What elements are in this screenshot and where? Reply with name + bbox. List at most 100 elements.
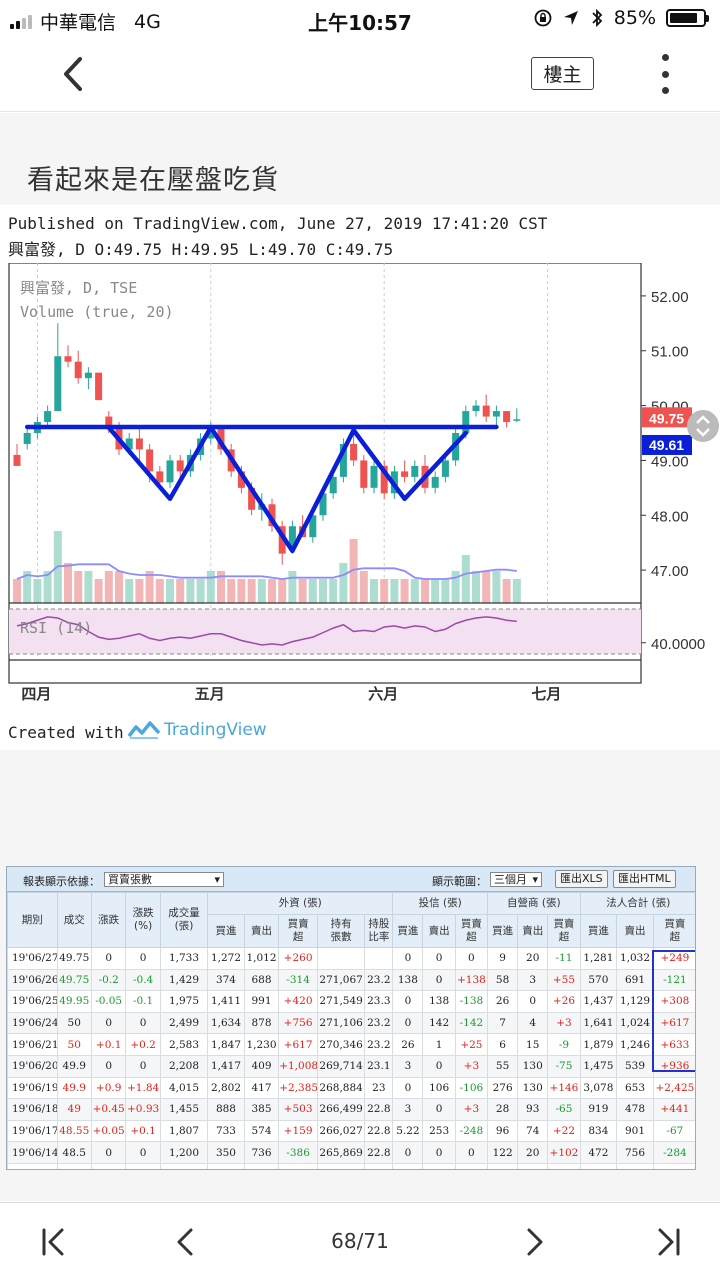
candle-body xyxy=(84,372,92,379)
volume-bar xyxy=(74,571,83,603)
candle-body xyxy=(23,433,31,444)
table-cell: 1,455 xyxy=(159,1098,209,1121)
header-change: 漲跌 xyxy=(90,892,127,948)
table-cell: 19'06/26 xyxy=(7,968,58,992)
rotation-lock-icon xyxy=(534,9,552,27)
table-cell: 2,208 xyxy=(159,1054,209,1078)
range-select[interactable]: 三個月 ▾ xyxy=(490,872,542,887)
table-cell: +0.93 xyxy=(125,1098,161,1121)
table-cell: +26 xyxy=(547,990,581,1013)
volume-bar xyxy=(308,579,317,603)
table-cell: 3 xyxy=(392,1054,424,1078)
last-price-label: 49.75 xyxy=(649,410,684,426)
table-cell: 478 xyxy=(616,1098,654,1121)
candle-body xyxy=(135,438,143,450)
x-tick-label: 五月 xyxy=(195,686,225,703)
volume-bar xyxy=(502,579,511,603)
tradingview-brand: TradingView xyxy=(164,720,267,740)
table-cell: 265,869 xyxy=(316,1141,366,1164)
table-cell: +3 xyxy=(547,1011,581,1035)
nav-bar: 樓主 xyxy=(0,38,720,112)
x-tick-label: 四月 xyxy=(21,686,51,703)
table-cell: 130 xyxy=(517,1076,549,1100)
institutional-trading-table-image[interactable]: 報表顯示依據： 買賣張數 ▾ 顯示範圍： 三個月 ▾ 匯出XLS 匯出HTML 期別… xyxy=(6,866,696,1170)
table-cell: -75 xyxy=(547,1054,581,1078)
volume-bar xyxy=(329,579,338,603)
table-cell: +260 xyxy=(278,947,318,970)
table-cell: 9 xyxy=(487,947,519,970)
volume-bar xyxy=(155,579,164,603)
back-button[interactable] xyxy=(52,52,96,96)
table-cell: 2,802 xyxy=(207,1076,245,1100)
table-cell: 901 xyxy=(616,1119,654,1143)
table-cell: 138 xyxy=(422,990,456,1013)
more-options-button[interactable] xyxy=(652,54,678,94)
table-cell: 1,417 xyxy=(207,1054,245,1078)
candle-body xyxy=(401,471,409,477)
table-cell: 23.2 xyxy=(364,1033,394,1056)
table-cell: +146 xyxy=(547,1076,581,1100)
table-cell: 96 xyxy=(487,1119,519,1143)
table-cell: 19'06/19 xyxy=(7,1076,58,1100)
table-cell: 1,847 xyxy=(207,1033,245,1056)
chart-ohlc-line: 興富發, D O:49.75 H:49.95 L:49.70 C:49.75 xyxy=(8,240,394,259)
next-page-button[interactable] xyxy=(518,1225,550,1259)
table-cell: +159 xyxy=(278,1119,318,1143)
y-tick-label: 47.00 xyxy=(651,563,689,580)
table-cell: 20 xyxy=(517,1141,549,1164)
table-cell: +0.9 xyxy=(90,1076,127,1100)
volume-bar xyxy=(166,579,174,603)
table-cell: 74 xyxy=(517,1119,549,1143)
volume-bar xyxy=(339,563,348,603)
table-row: 19'06/14 48.5 0 0 1,200 350 736 -386 265,869 22.8… xyxy=(7,1141,695,1164)
table-cell: 574 xyxy=(243,1119,280,1143)
table-cell: 736 xyxy=(243,1141,280,1164)
table-cell: 0 xyxy=(422,1141,456,1164)
table-row: 19'06/25 49.95 -0.05 -0.1 1,975 1,411 991 +420 2… xyxy=(7,990,695,1013)
volume-bar xyxy=(115,571,123,603)
table-cell: -0.51 xyxy=(125,1162,161,1169)
volume-bar xyxy=(227,579,236,603)
report-basis-select[interactable]: 買賣張數 ▾ xyxy=(104,872,224,887)
table-row: 19'06/27 49.75 0 0 1,733 1,272 1,012 +260 0 0 0 9 20… xyxy=(7,947,695,970)
header-total: 法人合計 (張) xyxy=(579,892,695,915)
table-cell: +1,008 xyxy=(278,1054,318,1078)
battery-percent: 85% xyxy=(613,7,656,29)
table-cell: -386 xyxy=(278,1141,318,1164)
y-tick-label: 52.00 xyxy=(651,289,689,306)
table-cell: 417 xyxy=(243,1076,280,1100)
table-cell: -248 xyxy=(454,1119,489,1143)
table-row: 19'06/1348.5-0.25-0.511,299262871-609266… xyxy=(7,1162,695,1169)
table-cell: 22.8 xyxy=(364,1098,394,1121)
table-cell: 2,499 xyxy=(159,1011,209,1035)
rsi-value-label: 40.0000 xyxy=(651,636,705,653)
subheader-buy: 買進 xyxy=(487,914,519,948)
subheader-buy: 買進 xyxy=(579,914,618,948)
table-cell: -0.4 xyxy=(125,968,161,992)
trading-table: 期別 成交 漲跌 漲跌 (%) 成交量 (張) 外資 (張) 投信 (張) 自營… xyxy=(7,892,695,1169)
export-xls-button[interactable]: 匯出XLS xyxy=(555,870,608,888)
last-page-button[interactable] xyxy=(652,1225,684,1259)
candle-body xyxy=(482,405,490,417)
table-cell: 48.5 xyxy=(56,1141,92,1164)
candle-body xyxy=(411,465,419,477)
subheader-net: 買賣 超 xyxy=(278,914,318,948)
volume-bar xyxy=(13,579,21,603)
candle-body xyxy=(462,411,470,433)
table-cell: 20 xyxy=(517,947,549,970)
table-cell: -106 xyxy=(454,1076,489,1100)
candle-body xyxy=(503,411,511,423)
table-cell: -314 xyxy=(278,968,318,992)
subheader-net: 買賣 超 xyxy=(454,914,489,948)
table-cell: 0 xyxy=(125,1054,161,1078)
export-html-button[interactable]: 匯出HTML xyxy=(613,870,676,888)
header-close: 成交 xyxy=(56,892,92,948)
table-cell: 409 xyxy=(243,1054,280,1078)
table-cell: 167 xyxy=(487,1162,519,1169)
owner-only-button[interactable]: 樓主 xyxy=(531,57,594,90)
table-cell: 0 xyxy=(454,947,489,970)
chart-image[interactable]: Published on TradingView.com, June 27, 2… xyxy=(0,205,720,750)
table-cell: 3 xyxy=(392,1098,424,1121)
volume-bar xyxy=(84,571,93,603)
table-cell: 1,437 xyxy=(579,990,618,1013)
